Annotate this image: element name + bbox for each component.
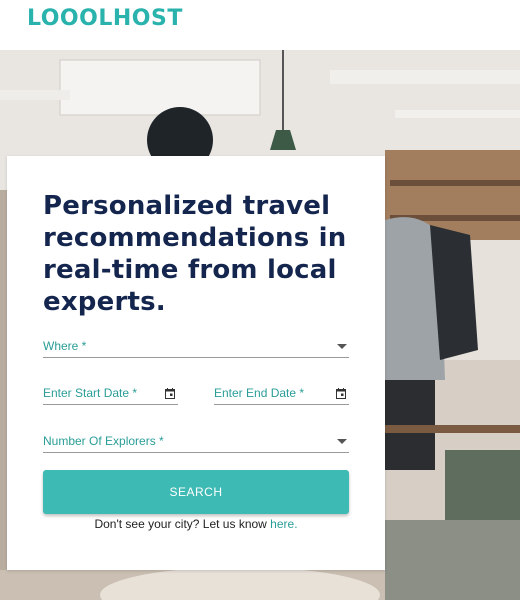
search-card: Personalized travel recommendations in r… [7,156,385,570]
missing-city-note: Don't see your city? Let us know here. [7,517,385,531]
site-header: LOOOLHOST [0,0,520,50]
where-label: Where * [43,339,87,353]
start-date-label: Enter Start Date * [43,386,138,400]
explorers-label: Number Of Explorers * [43,434,164,448]
brand-logo[interactable]: LOOOLHOST [27,4,183,32]
contact-link[interactable]: here. [270,517,297,531]
chevron-down-icon[interactable] [337,344,347,349]
start-date-input[interactable]: Enter Start Date * [43,382,178,405]
end-date-input[interactable]: Enter End Date * [214,382,349,405]
missing-city-text: Don't see your city? Let us know [94,517,271,531]
where-select[interactable]: Where * [43,335,349,358]
search-button[interactable]: SEARCH [43,470,349,514]
end-date-label: Enter End Date * [214,386,305,400]
calendar-icon[interactable] [336,388,346,399]
explorers-select[interactable]: Number Of Explorers * [43,430,349,453]
hero-heading: Personalized travel recommendations in r… [43,191,347,317]
chevron-down-icon[interactable] [337,439,347,444]
calendar-icon[interactable] [165,388,175,399]
